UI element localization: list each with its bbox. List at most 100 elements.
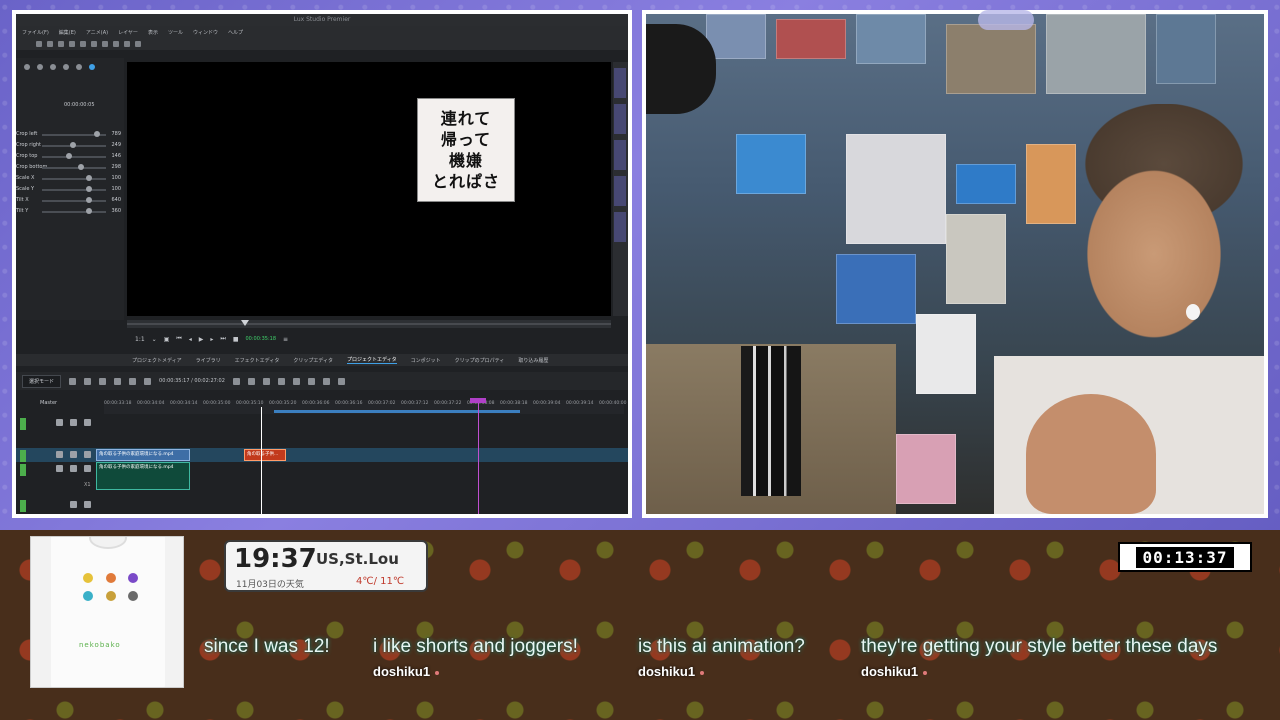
stop-icon[interactable]: ■ (233, 336, 239, 343)
menu-item-window[interactable]: ウィンドウ (193, 29, 218, 36)
bin-thumbnail[interactable] (614, 68, 626, 98)
menu-item-tools[interactable]: ツール (168, 29, 183, 36)
slider-knob[interactable] (86, 197, 92, 203)
play-icon[interactable]: ▶ (199, 336, 204, 343)
new-file-icon[interactable] (36, 41, 42, 47)
playhead[interactable] (261, 407, 262, 514)
copy-icon[interactable] (102, 41, 108, 47)
lock-icon[interactable] (84, 465, 91, 472)
tab-library[interactable]: ライブラリ (196, 357, 221, 364)
fit-timeline-icon[interactable] (322, 377, 330, 385)
timeline-timecode[interactable]: 00:00:35:17 / 00:02:27:02 (159, 378, 225, 384)
slider-track[interactable] (42, 167, 106, 169)
property-row[interactable]: Scale Y 100 (16, 185, 124, 195)
slider-track[interactable] (42, 211, 106, 213)
tab-clip-editor[interactable]: クリップエディタ (293, 357, 333, 364)
prev-frame-icon[interactable]: ⏮ (176, 335, 181, 343)
active-tool-icon[interactable] (89, 64, 95, 70)
menu-item-edit[interactable]: 編集(E) (59, 29, 76, 36)
more-icon[interactable] (277, 377, 285, 385)
speaker-icon[interactable] (70, 501, 77, 508)
lock-icon[interactable] (84, 501, 91, 508)
property-timecode[interactable]: 00:00:00:05 (64, 102, 95, 108)
slider-track[interactable] (42, 189, 106, 191)
slider-knob[interactable] (70, 142, 76, 148)
menu-item-anime[interactable]: アニメ(A) (86, 29, 108, 36)
tab-effect-editor[interactable]: エフェクトエディタ (235, 357, 280, 364)
menu-item-view[interactable]: 表示 (148, 29, 158, 36)
slider-track[interactable] (42, 178, 106, 180)
slider-knob[interactable] (94, 131, 100, 137)
slider-track[interactable] (42, 156, 106, 158)
crop-icon[interactable] (37, 64, 43, 70)
video-clip-selected[interactable]: 角の取る子供... (244, 449, 286, 461)
eye-icon[interactable] (63, 64, 69, 70)
monitor-icon[interactable] (337, 377, 345, 385)
undo-icon[interactable] (69, 41, 75, 47)
lock-icon[interactable] (84, 419, 91, 426)
slider-knob[interactable] (66, 153, 72, 159)
property-row[interactable]: Tilt Y 360 (16, 207, 124, 217)
split-icon[interactable] (262, 377, 270, 385)
timeline-track-master[interactable] (16, 416, 628, 434)
speaker-icon[interactable] (70, 465, 77, 472)
mode-select[interactable]: 選択モード (22, 374, 62, 388)
chevron-down-icon[interactable]: ⌄ (152, 336, 157, 343)
transport-time[interactable]: 00:00:35:18 (246, 336, 277, 342)
pen-icon[interactable] (56, 465, 63, 472)
audio-clip[interactable]: 角の取る子供の家庭環境になる.mp4 (96, 462, 190, 490)
tab-project-media[interactable]: プロジェクトメディア (132, 357, 182, 364)
ripple-icon[interactable] (144, 377, 152, 385)
timeline-marker[interactable] (470, 398, 486, 514)
timeline-track-audio[interactable]: 角の取る子供の家庭環境になる.mp4 X1 (16, 462, 628, 492)
scrubber-handle[interactable] (241, 320, 249, 326)
property-row[interactable]: Scale X 100 (16, 174, 124, 184)
timeline-ruler[interactable]: 00:00:33:18 00:00:34:04 00:00:34:14 00:0… (104, 400, 626, 414)
color-icon[interactable] (76, 64, 82, 70)
slider-knob[interactable] (86, 186, 92, 192)
property-row[interactable]: Crop bottom 298 (16, 163, 124, 173)
pen-icon[interactable] (56, 419, 63, 426)
slider-knob[interactable] (78, 164, 84, 170)
link-icon[interactable] (69, 377, 77, 385)
bin-thumbnail[interactable] (614, 104, 626, 134)
forward-icon[interactable]: ▸ (210, 336, 213, 343)
video-clip[interactable]: 角の取る子供の家庭環境になる.mp4 (96, 449, 190, 461)
lock-icon[interactable] (84, 451, 91, 458)
bin-thumbnail[interactable] (614, 176, 626, 206)
fit-icon[interactable]: ▣ (164, 336, 170, 343)
zoom-select[interactable]: 1:1 (135, 336, 145, 343)
menu-item-file[interactable]: ファイル(F) (22, 29, 49, 36)
slider-knob[interactable] (86, 175, 92, 181)
preview-canvas[interactable]: 連れて 帰って 機嫌 とれぱさ (127, 62, 611, 316)
scrubber-track[interactable] (127, 323, 611, 325)
pen-icon[interactable] (56, 451, 63, 458)
transform-icon[interactable] (24, 64, 30, 70)
slip-icon[interactable] (114, 377, 122, 385)
preview-scrubber[interactable] (127, 320, 611, 328)
bin-thumbnail[interactable] (614, 140, 626, 170)
tab-composite[interactable]: コンポジット (411, 357, 441, 364)
menu-item-layer[interactable]: レイヤー (118, 29, 138, 36)
target-icon[interactable] (307, 377, 315, 385)
paste-icon[interactable] (113, 41, 119, 47)
snap-icon[interactable] (232, 377, 240, 385)
film-icon[interactable] (70, 419, 77, 426)
bin-thumbnail[interactable] (614, 212, 626, 242)
rewind-icon[interactable]: ◂ (189, 336, 192, 343)
work-range-bar[interactable] (274, 410, 520, 413)
property-row[interactable]: Crop right 249 (16, 141, 124, 151)
timeline-track-video[interactable]: 角の取る子供の家庭環境になる.mp4 角の取る子供... (16, 448, 628, 462)
slide-icon[interactable] (129, 377, 137, 385)
razor-icon[interactable] (99, 377, 107, 385)
save-icon[interactable] (58, 41, 64, 47)
star-icon[interactable] (292, 377, 300, 385)
marker-icon[interactable] (247, 377, 255, 385)
select-tool-icon[interactable] (84, 377, 92, 385)
slider-knob[interactable] (86, 208, 92, 214)
delete-icon[interactable] (124, 41, 130, 47)
property-row[interactable]: Crop left 789 (16, 130, 124, 140)
open-icon[interactable] (47, 41, 53, 47)
menu-item-help[interactable]: ヘルプ (228, 29, 243, 36)
film-icon[interactable] (70, 451, 77, 458)
